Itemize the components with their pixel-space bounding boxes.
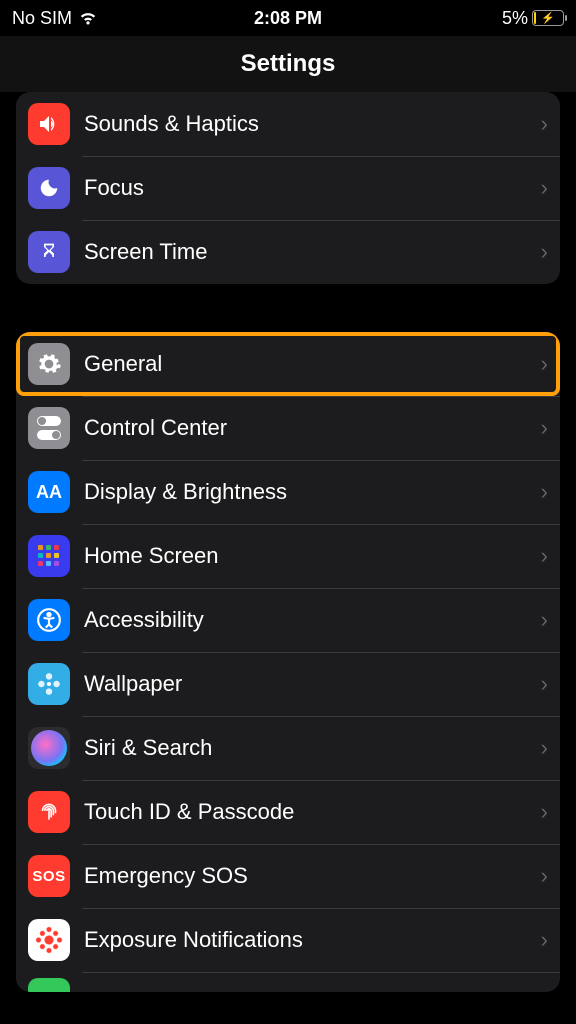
row-touch-id[interactable]: Touch ID & Passcode › bbox=[16, 780, 560, 844]
chevron-right-icon: › bbox=[541, 479, 548, 505]
page-title: Settings bbox=[241, 50, 336, 78]
row-exposure-notifications[interactable]: Exposure Notifications › bbox=[16, 908, 560, 972]
chevron-right-icon: › bbox=[541, 735, 548, 761]
row-label: Control Center bbox=[84, 415, 541, 441]
switches-icon bbox=[28, 407, 70, 449]
row-home-screen[interactable]: Home Screen › bbox=[16, 524, 560, 588]
row-label: Emergency SOS bbox=[84, 863, 541, 889]
row-general[interactable]: General › bbox=[16, 332, 560, 396]
chevron-right-icon: › bbox=[541, 671, 548, 697]
settings-group-1: Sounds & Haptics › Focus › Screen Time › bbox=[16, 92, 560, 284]
row-label: Wallpaper bbox=[84, 671, 541, 697]
chevron-right-icon: › bbox=[541, 927, 548, 953]
chevron-right-icon: › bbox=[541, 607, 548, 633]
chevron-right-icon: › bbox=[541, 415, 548, 441]
partial-icon bbox=[28, 978, 70, 992]
row-label: Touch ID & Passcode bbox=[84, 799, 541, 825]
row-screen-time[interactable]: Screen Time › bbox=[16, 220, 560, 284]
accessibility-icon bbox=[28, 599, 70, 641]
row-label: Focus bbox=[84, 175, 541, 201]
flower-icon bbox=[28, 663, 70, 705]
sos-icon: SOS bbox=[28, 855, 70, 897]
page-header: Settings bbox=[0, 36, 576, 92]
moon-icon bbox=[28, 167, 70, 209]
text-size-icon: AA bbox=[28, 471, 70, 513]
exposure-icon bbox=[28, 919, 70, 961]
row-label: Exposure Notifications bbox=[84, 927, 541, 953]
row-emergency-sos[interactable]: SOS Emergency SOS › bbox=[16, 844, 560, 908]
row-next-partial[interactable] bbox=[16, 972, 560, 992]
chevron-right-icon: › bbox=[541, 175, 548, 201]
fingerprint-icon bbox=[28, 791, 70, 833]
hourglass-icon bbox=[28, 231, 70, 273]
chevron-right-icon: › bbox=[541, 863, 548, 889]
carrier-text: No SIM bbox=[12, 8, 72, 29]
chevron-right-icon: › bbox=[541, 239, 548, 265]
row-focus[interactable]: Focus › bbox=[16, 156, 560, 220]
status-left: No SIM bbox=[12, 8, 98, 29]
row-label: Screen Time bbox=[84, 239, 541, 265]
aa-text: AA bbox=[36, 482, 62, 503]
status-right: 5% ⚡ bbox=[502, 8, 564, 29]
settings-content: Sounds & Haptics › Focus › Screen Time ›… bbox=[0, 92, 576, 992]
row-control-center[interactable]: Control Center › bbox=[16, 396, 560, 460]
row-label: Sounds & Haptics bbox=[84, 111, 541, 137]
row-sounds-haptics[interactable]: Sounds & Haptics › bbox=[16, 92, 560, 156]
gear-icon bbox=[28, 343, 70, 385]
sos-text: SOS bbox=[32, 868, 65, 885]
chevron-right-icon: › bbox=[541, 543, 548, 569]
row-wallpaper[interactable]: Wallpaper › bbox=[16, 652, 560, 716]
battery-icon: ⚡ bbox=[532, 10, 564, 26]
row-label: Display & Brightness bbox=[84, 479, 541, 505]
status-time: 2:08 PM bbox=[254, 8, 322, 29]
home-grid-icon bbox=[28, 535, 70, 577]
chevron-right-icon: › bbox=[541, 351, 548, 377]
row-label: General bbox=[84, 351, 541, 377]
settings-group-2: General › Control Center › AA Display & … bbox=[16, 332, 560, 992]
status-bar: No SIM 2:08 PM 5% ⚡ bbox=[0, 0, 576, 36]
row-label: Accessibility bbox=[84, 607, 541, 633]
battery-percent: 5% bbox=[502, 8, 528, 29]
siri-icon bbox=[28, 727, 70, 769]
row-accessibility[interactable]: Accessibility › bbox=[16, 588, 560, 652]
speaker-icon bbox=[28, 103, 70, 145]
row-label: Siri & Search bbox=[84, 735, 541, 761]
chevron-right-icon: › bbox=[541, 799, 548, 825]
row-label: Home Screen bbox=[84, 543, 541, 569]
row-display-brightness[interactable]: AA Display & Brightness › bbox=[16, 460, 560, 524]
row-siri-search[interactable]: Siri & Search › bbox=[16, 716, 560, 780]
chevron-right-icon: › bbox=[541, 111, 548, 137]
wifi-icon bbox=[78, 10, 98, 26]
